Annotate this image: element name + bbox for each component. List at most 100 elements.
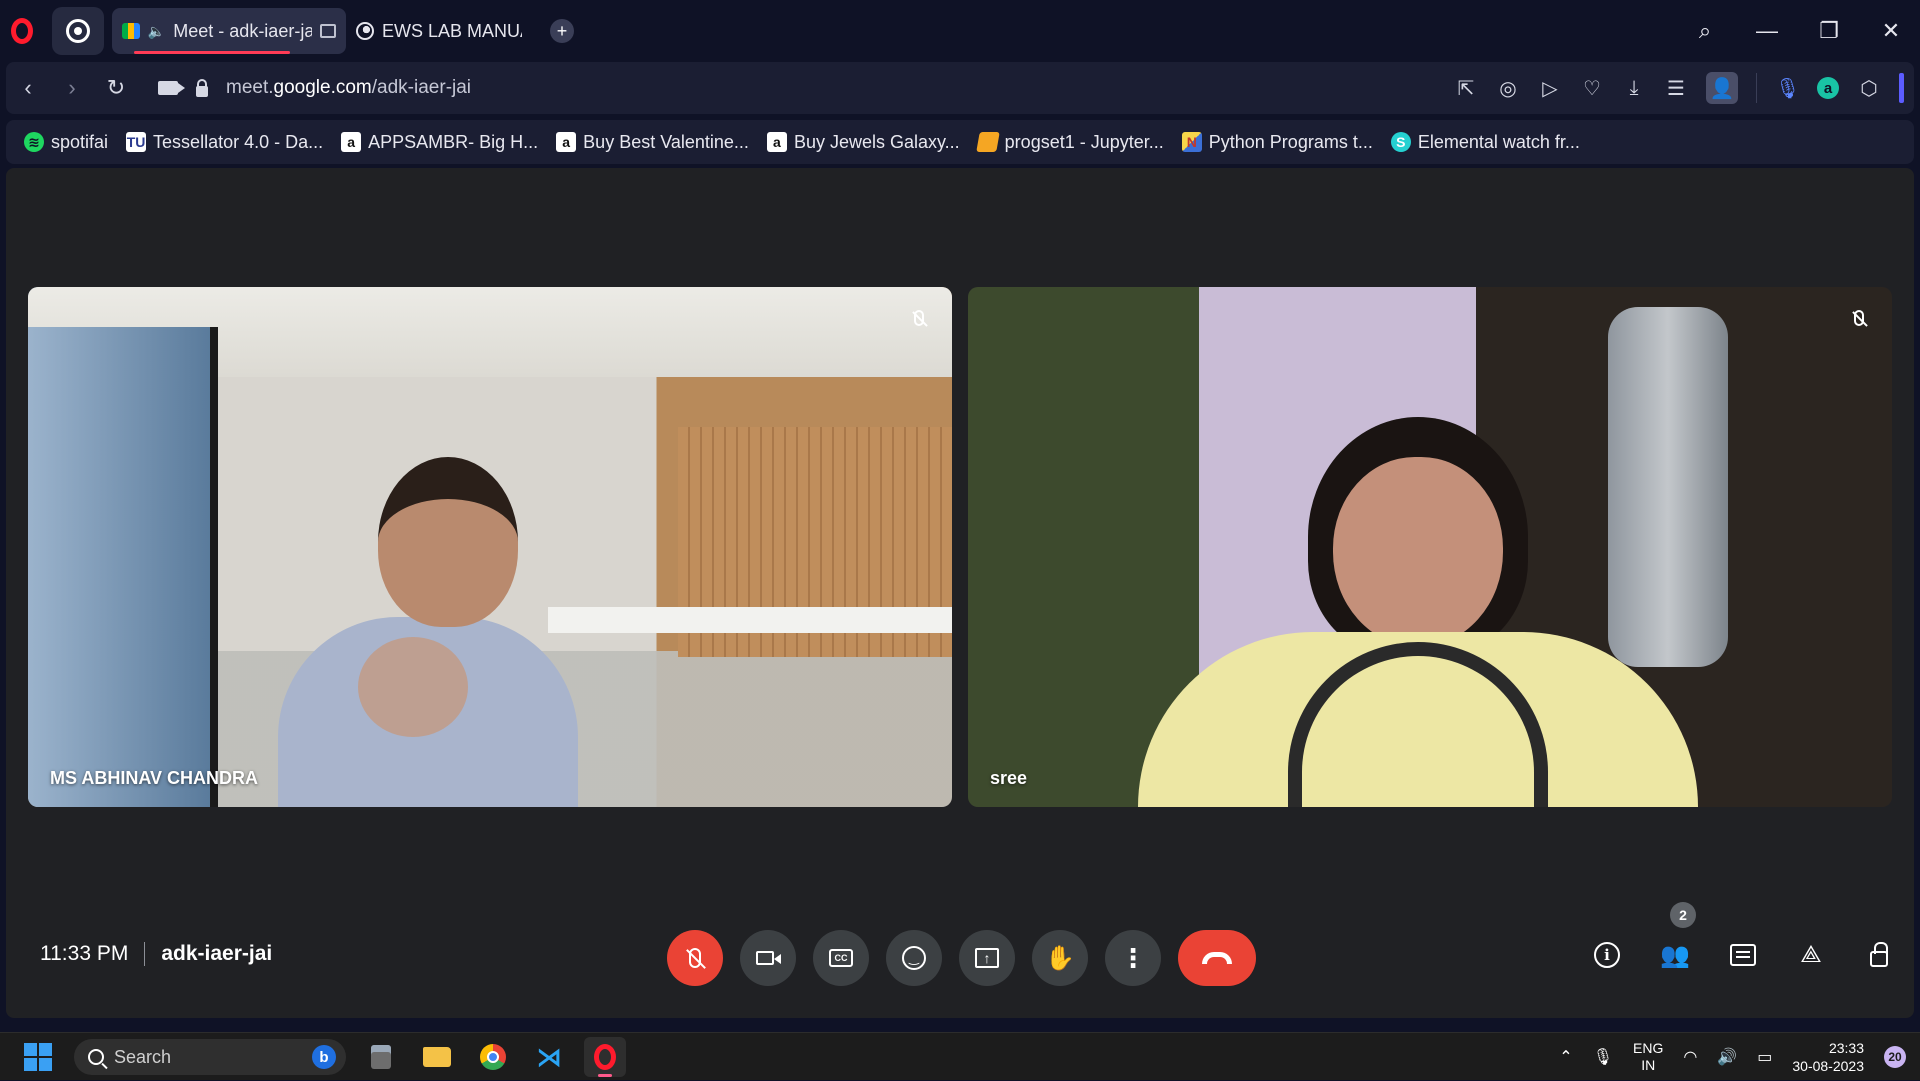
- lock-icon[interactable]: [196, 78, 208, 97]
- bookmark-spotifai[interactable]: ≋ spotifai: [24, 132, 108, 153]
- search-placeholder: Search: [114, 1046, 172, 1067]
- opera-menu-button[interactable]: [0, 0, 44, 62]
- camera-toggle-button[interactable]: [740, 930, 796, 986]
- chat-button[interactable]: [1724, 936, 1762, 974]
- participant-video: [278, 457, 578, 807]
- wifi-icon[interactable]: ◠: [1683, 1047, 1697, 1067]
- participant-tile[interactable]: MS ABHINAV CHANDRA: [28, 287, 952, 807]
- participant-tile[interactable]: sree: [968, 287, 1892, 807]
- host-controls-button[interactable]: [1860, 936, 1898, 974]
- bookmark-jupyter[interactable]: progset1 - Jupyter...: [975, 132, 1164, 153]
- close-window-button[interactable]: ✕: [1880, 18, 1902, 44]
- maximize-button[interactable]: ❐: [1818, 18, 1840, 44]
- present-screen-button[interactable]: ↑: [959, 930, 1015, 986]
- bookmark-label: APPSAMBR- Big H...: [368, 131, 539, 152]
- reactions-button[interactable]: ‿: [886, 930, 942, 986]
- taskbar-calculator[interactable]: [360, 1037, 402, 1077]
- taskbar-file-explorer[interactable]: [416, 1037, 458, 1077]
- microphone-icon[interactable]: 🎙: [1775, 76, 1800, 101]
- taskbar-chrome[interactable]: [472, 1037, 514, 1077]
- search-tabs-icon[interactable]: ⌕: [1694, 18, 1716, 44]
- raise-hand-button[interactable]: ✋: [1032, 930, 1088, 986]
- meeting-info: 11:33 PM adk-iaer-jai: [40, 942, 272, 966]
- extensions-icon[interactable]: ⬡: [1857, 76, 1881, 101]
- toolbar-separator: [1756, 73, 1757, 103]
- lock-person-icon: [1870, 942, 1888, 967]
- calculator-icon: [371, 1045, 391, 1069]
- microphone-icon[interactable]: 🎙: [1593, 1047, 1613, 1067]
- activities-button[interactable]: ⟁: [1792, 936, 1830, 974]
- bookmark-python[interactable]: N Python Programs t...: [1181, 131, 1373, 153]
- elemental-icon: S: [1390, 132, 1411, 152]
- taskbar-opera[interactable]: [584, 1037, 626, 1077]
- people-button[interactable]: 2 👥: [1656, 902, 1696, 974]
- mic-off-icon: [914, 310, 924, 326]
- bookmark-label: Elemental watch fr...: [1417, 131, 1580, 152]
- back-button[interactable]: ‹: [6, 66, 50, 110]
- heart-icon[interactable]: ♡: [1580, 76, 1604, 101]
- muted-indicator: [1844, 303, 1874, 333]
- amazon-icon: a: [556, 132, 577, 152]
- hang-up-icon: [1202, 952, 1232, 964]
- taskbar-search[interactable]: Search b: [74, 1039, 346, 1075]
- info-icon: i: [1594, 942, 1620, 968]
- snapshot-icon[interactable]: ◎: [1496, 76, 1520, 101]
- meet-stage: MS ABHINAV CHANDRA sree 11:33 PM adk-iae…: [6, 168, 1914, 1018]
- camera-in-use-icon[interactable]: [158, 81, 185, 95]
- amazon-icon: a: [766, 132, 787, 152]
- whatsapp-icon: [66, 19, 90, 43]
- windows-logo-pane: [24, 1043, 37, 1056]
- flow-send-icon[interactable]: ▷: [1538, 76, 1562, 101]
- picture-in-picture-icon[interactable]: [320, 24, 336, 38]
- speaker-icon[interactable]: 🔈: [148, 23, 165, 40]
- bing-icon[interactable]: b: [312, 1045, 336, 1069]
- jupyter-icon: [975, 132, 1000, 152]
- minimize-button[interactable]: —: [1756, 18, 1778, 44]
- more-options-button[interactable]: ⋮: [1105, 930, 1161, 986]
- forward-button[interactable]: ›: [50, 66, 94, 110]
- bookmark-valentine[interactable]: a Buy Best Valentine...: [556, 132, 749, 153]
- system-tray: ⌃ 🎙 ENG IN ◠ 🔊 ▭ 23:33 30-08-2023 20: [1559, 1033, 1906, 1081]
- microphone-toggle-button[interactable]: [667, 930, 723, 986]
- sidebar-accent: [1899, 73, 1904, 103]
- bookmarks-bar: ≋ spotifai TU Tessellator 4.0 - Da... a APP…: [6, 120, 1914, 164]
- chevron-up-icon[interactable]: ⌃: [1559, 1047, 1572, 1067]
- taskbar-vscode[interactable]: ⋊: [528, 1037, 570, 1077]
- battery-icon[interactable]: ▭: [1757, 1047, 1772, 1067]
- meeting-tools: i 2 👥 ⟁: [1588, 902, 1898, 974]
- chrome-icon: [480, 1044, 506, 1070]
- bookmark-jewels[interactable]: a Buy Jewels Galaxy...: [766, 131, 960, 153]
- mic-off-icon: [1854, 310, 1864, 326]
- bookmark-appsambr[interactable]: a APPSAMBR- Big H...: [341, 132, 538, 153]
- tab-ews-lab-manual[interactable]: EWS LAB MANUAL_20.1: [346, 8, 532, 54]
- bookmark-label: Python Programs t...: [1208, 131, 1373, 152]
- tab-meet[interactable]: 🔈 Meet - adk-iaer-jai: [112, 8, 346, 54]
- reload-button[interactable]: ↻: [94, 66, 138, 110]
- url-field[interactable]: meet.google.com/adk-iaer-jai: [226, 77, 471, 99]
- easy-setup-icon[interactable]: ☰: [1664, 76, 1688, 101]
- notifications-badge[interactable]: 20: [1884, 1046, 1906, 1068]
- region-code: IN: [1641, 1057, 1656, 1073]
- bookmark-label: spotifai: [51, 131, 109, 152]
- download-icon[interactable]: ⤓: [1622, 77, 1646, 100]
- amazon-icon: a: [341, 132, 362, 152]
- aria-icon[interactable]: a: [1817, 77, 1839, 99]
- clock[interactable]: 23:33 30-08-2023: [1792, 1039, 1864, 1075]
- whatsapp-sidebar-button[interactable]: [52, 7, 104, 55]
- muted-indicator: [904, 303, 934, 333]
- new-tab-button[interactable]: +: [550, 19, 574, 43]
- vscode-icon: ⋊: [536, 1041, 562, 1072]
- profile-icon[interactable]: 👤: [1706, 72, 1738, 104]
- bookmark-tessellator[interactable]: TU Tessellator 4.0 - Da...: [126, 132, 323, 153]
- activities-icon: ⟁: [1800, 941, 1822, 968]
- start-button[interactable]: [24, 1043, 52, 1071]
- globe-icon: [356, 22, 374, 40]
- bookmark-label: Buy Jewels Galaxy...: [793, 131, 960, 152]
- share-icon[interactable]: ⇱: [1454, 76, 1478, 101]
- bookmark-elemental[interactable]: S Elemental watch fr...: [1390, 131, 1580, 153]
- language-indicator[interactable]: ENG IN: [1633, 1040, 1663, 1074]
- captions-button[interactable]: CC: [813, 930, 869, 986]
- volume-icon[interactable]: 🔊: [1717, 1047, 1737, 1067]
- meeting-details-button[interactable]: i: [1588, 936, 1626, 974]
- leave-call-button[interactable]: [1178, 930, 1256, 986]
